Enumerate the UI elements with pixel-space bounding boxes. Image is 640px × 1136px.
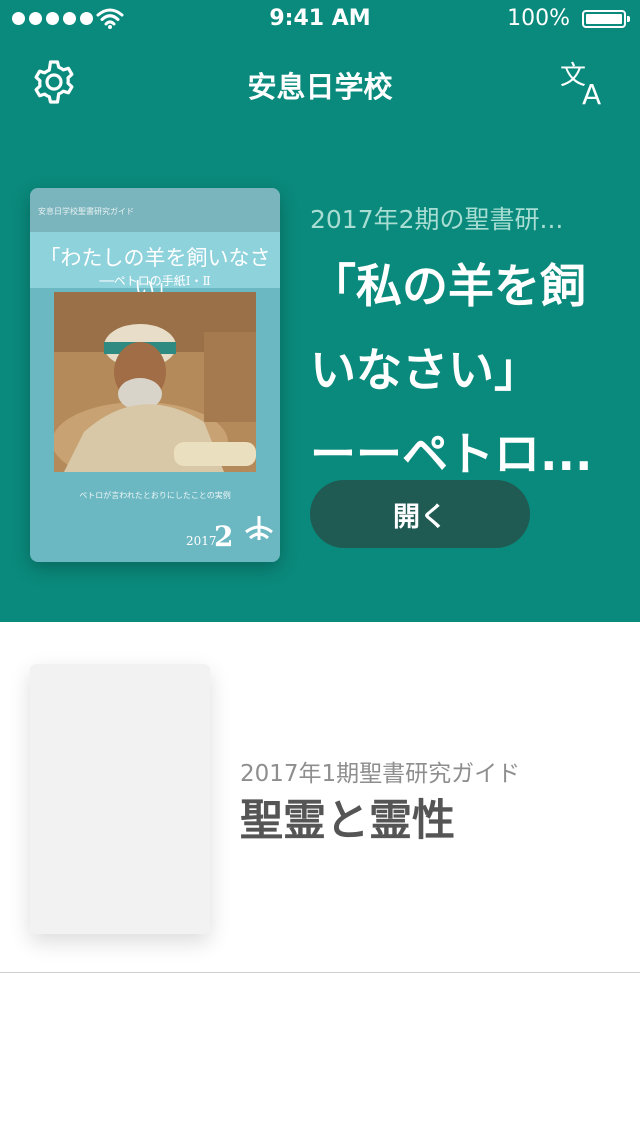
translate-icon[interactable]: 文 A — [558, 58, 610, 106]
cover-caption: ペトロが言われたとおりにしたことの実例 — [79, 491, 231, 500]
featured-title-line: いなさい」 — [310, 343, 540, 397]
list-item-kicker: 2017年1期聖書研究ガイド — [240, 761, 521, 787]
app-title: 安息日学校 — [247, 70, 393, 104]
quarterly-cover-placeholder — [30, 664, 210, 934]
featured-kicker: 2017年2期の聖書研... — [310, 205, 564, 234]
cover-issue: 2 — [214, 520, 234, 553]
cover-subtitle: ──ペトロの手紙Ⅰ・Ⅱ — [99, 274, 211, 288]
cover-illustration — [54, 292, 256, 472]
app-screen: 9:41 AM 100% 安息日学校 文 A 安息日学校聖書研究ガイド 「わたし… — [0, 0, 640, 1136]
church-logo-icon — [245, 516, 273, 540]
list-item[interactable]: 2017年1期聖書研究ガイド 聖霊と霊性 — [0, 622, 640, 972]
svg-text:A: A — [582, 78, 601, 106]
battery-icon — [582, 10, 630, 28]
divider — [0, 972, 640, 973]
featured-title-line: 「私の羊を飼 — [310, 259, 586, 313]
open-button[interactable]: 開く — [310, 480, 530, 548]
status-bar: 9:41 AM 100% — [0, 0, 640, 40]
cover-series: 安息日学校聖書研究ガイド — [38, 207, 134, 216]
featured-title: 「私の羊を飼 いなさい」 ーーペトロ... — [310, 244, 620, 496]
list-item-title: 聖霊と霊性 — [240, 796, 455, 846]
featured-header: 9:41 AM 100% 安息日学校 文 A 安息日学校聖書研究ガイド 「わたし… — [0, 0, 640, 622]
battery-percentage: 100% — [507, 6, 570, 31]
cover-year: 2017 — [186, 534, 217, 548]
featured-cover[interactable]: 安息日学校聖書研究ガイド 「わたしの羊を飼いなさい」 ──ペトロの手紙Ⅰ・Ⅱ ペ… — [30, 188, 280, 562]
